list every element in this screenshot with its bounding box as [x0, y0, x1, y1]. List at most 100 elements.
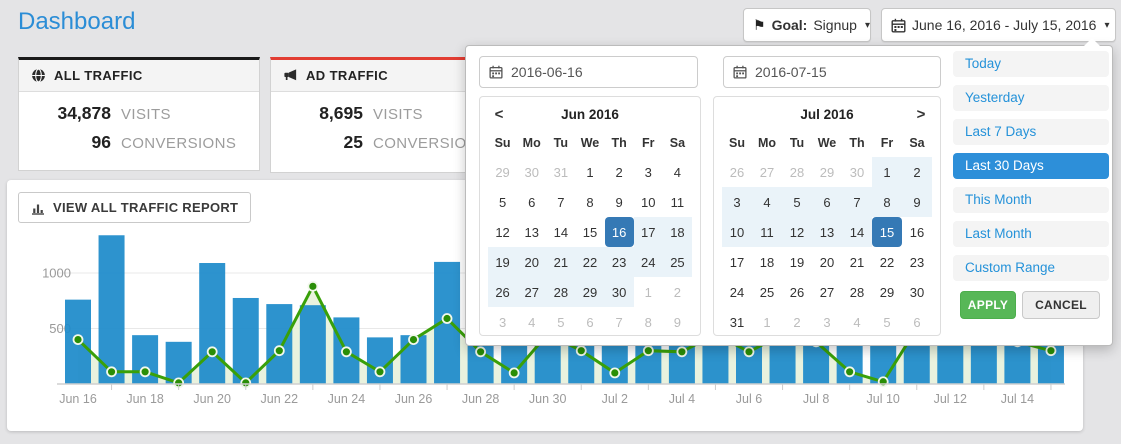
calendar-day[interactable]: 30	[517, 157, 546, 187]
calendar-day[interactable]: 10	[634, 187, 663, 217]
calendar-day[interactable]: 18	[663, 217, 692, 247]
calendar-day[interactable]: 5	[546, 307, 575, 337]
calendar-day[interactable]: 9	[605, 187, 634, 217]
calendar-day[interactable]: 25	[752, 277, 782, 307]
date-range-dropdown-button[interactable]: June 16, 2016 - July 15, 2016 ▾	[881, 8, 1116, 42]
calendar-day[interactable]: 23	[902, 247, 932, 277]
calendar-day[interactable]: 16	[605, 217, 634, 247]
calendar-day[interactable]: 24	[722, 277, 752, 307]
calendar-day[interactable]: 28	[546, 277, 575, 307]
end-date-input[interactable]: 2016-07-15	[723, 56, 941, 88]
calendar-day[interactable]: 31	[722, 307, 752, 337]
calendar-day[interactable]: 29	[488, 157, 517, 187]
calendar-day[interactable]: 2	[782, 307, 812, 337]
calendar-day[interactable]: 30	[902, 277, 932, 307]
calendar-day[interactable]: 6	[575, 307, 604, 337]
calendar-day[interactable]: 27	[752, 157, 782, 187]
calendar-day[interactable]: 4	[752, 187, 782, 217]
calendar-day[interactable]: 22	[575, 247, 604, 277]
calendar-day[interactable]: 29	[872, 277, 902, 307]
prev-month-icon[interactable]: <	[488, 101, 510, 129]
calendar-day[interactable]: 15	[575, 217, 604, 247]
calendar-day[interactable]: 23	[605, 247, 634, 277]
calendar-day[interactable]: 4	[517, 307, 546, 337]
calendar-day[interactable]: 24	[634, 247, 663, 277]
calendar-day[interactable]: 7	[605, 307, 634, 337]
calendar-day[interactable]: 9	[663, 307, 692, 337]
calendar-day[interactable]: 8	[634, 307, 663, 337]
range-option-last-30-days[interactable]: Last 30 Days	[953, 153, 1109, 179]
calendar-day[interactable]: 12	[488, 217, 517, 247]
calendar-day[interactable]: 26	[722, 157, 752, 187]
calendar-day[interactable]: 4	[842, 307, 872, 337]
calendar-day[interactable]: 16	[902, 217, 932, 247]
calendar-day[interactable]: 9	[902, 187, 932, 217]
calendar-day[interactable]: 26	[488, 277, 517, 307]
calendar-day[interactable]: 20	[517, 247, 546, 277]
calendar-day[interactable]: 20	[812, 247, 842, 277]
range-option-today[interactable]: Today	[953, 51, 1109, 77]
calendar-day[interactable]: 25	[663, 247, 692, 277]
calendar-day[interactable]: 15	[872, 217, 902, 247]
calendar-day[interactable]: 3	[722, 187, 752, 217]
calendar-day[interactable]: 26	[782, 277, 812, 307]
range-option-custom-range[interactable]: Custom Range	[953, 255, 1109, 281]
calendar-day[interactable]: 3	[812, 307, 842, 337]
calendar-day[interactable]: 7	[842, 187, 872, 217]
calendar-day[interactable]: 8	[872, 187, 902, 217]
calendar-day[interactable]: 6	[812, 187, 842, 217]
calendar-day[interactable]: 1	[872, 157, 902, 187]
calendar-day[interactable]: 19	[782, 247, 812, 277]
calendar-day[interactable]: 2	[902, 157, 932, 187]
start-date-input[interactable]: 2016-06-16	[479, 56, 698, 88]
calendar-day[interactable]: 17	[722, 247, 752, 277]
calendar-day[interactable]: 29	[575, 277, 604, 307]
calendar-day[interactable]: 28	[782, 157, 812, 187]
calendar-day[interactable]: 11	[663, 187, 692, 217]
calendar-day[interactable]: 31	[546, 157, 575, 187]
calendar-day[interactable]: 5	[488, 187, 517, 217]
calendar-day[interactable]: 11	[752, 217, 782, 247]
cancel-button[interactable]: CANCEL	[1022, 291, 1100, 319]
calendar-day[interactable]: 27	[812, 277, 842, 307]
calendar-day[interactable]: 3	[634, 157, 663, 187]
calendar-day[interactable]: 13	[812, 217, 842, 247]
calendar-day[interactable]: 29	[812, 157, 842, 187]
apply-button[interactable]: APPLY	[960, 291, 1016, 319]
next-month-icon[interactable]: >	[910, 101, 932, 129]
calendar-day[interactable]: 1	[752, 307, 782, 337]
calendar-day[interactable]: 30	[605, 277, 634, 307]
calendar-day[interactable]: 13	[517, 217, 546, 247]
range-option-last-month[interactable]: Last Month	[953, 221, 1109, 247]
calendar-day[interactable]: 2	[605, 157, 634, 187]
range-option-this-month[interactable]: This Month	[953, 187, 1109, 213]
calendar-day[interactable]: 1	[575, 157, 604, 187]
calendar-day[interactable]: 21	[546, 247, 575, 277]
calendar-day[interactable]: 5	[872, 307, 902, 337]
calendar-day[interactable]: 19	[488, 247, 517, 277]
calendar-day[interactable]: 12	[782, 217, 812, 247]
calendar-day[interactable]: 7	[546, 187, 575, 217]
calendar-day[interactable]: 21	[842, 247, 872, 277]
calendar-day[interactable]: 6	[902, 307, 932, 337]
calendar-day[interactable]: 6	[517, 187, 546, 217]
goal-dropdown-button[interactable]: ⚑ Goal: Signup ▾	[743, 8, 871, 42]
calendar-day[interactable]: 27	[517, 277, 546, 307]
calendar-day[interactable]: 10	[722, 217, 752, 247]
calendar-day[interactable]: 22	[872, 247, 902, 277]
calendar-day[interactable]: 8	[575, 187, 604, 217]
calendar-day[interactable]: 5	[782, 187, 812, 217]
calendar-day[interactable]: 18	[752, 247, 782, 277]
calendar-day[interactable]: 3	[488, 307, 517, 337]
calendar-day[interactable]: 17	[634, 217, 663, 247]
range-option-yesterday[interactable]: Yesterday	[953, 85, 1109, 111]
calendar-day[interactable]: 14	[546, 217, 575, 247]
calendar-day[interactable]: 1	[634, 277, 663, 307]
range-option-last-7-days[interactable]: Last 7 Days	[953, 119, 1109, 145]
calendar-day[interactable]: 28	[842, 277, 872, 307]
calendar-day[interactable]: 14	[842, 217, 872, 247]
calendar-day[interactable]: 30	[842, 157, 872, 187]
calendar-day[interactable]: 4	[663, 157, 692, 187]
view-all-traffic-report-button[interactable]: VIEW ALL TRAFFIC REPORT	[18, 192, 251, 223]
calendar-day[interactable]: 2	[663, 277, 692, 307]
